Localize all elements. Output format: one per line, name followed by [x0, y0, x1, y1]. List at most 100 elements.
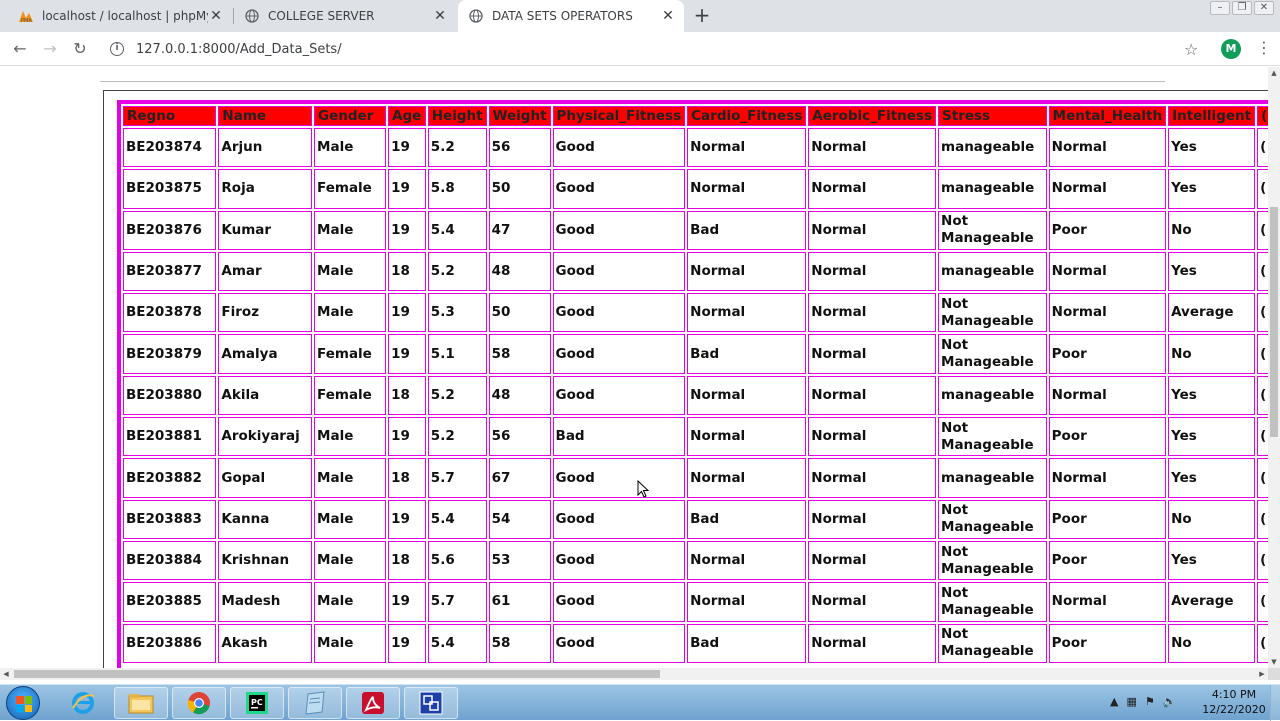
minimize-icon[interactable]: –: [1210, 1, 1230, 15]
header-gender: Gender: [314, 106, 387, 126]
cell-gender: Male: [314, 458, 387, 498]
cell-truncated: (: [1257, 169, 1268, 209]
pycharm-icon[interactable]: PC: [230, 687, 284, 719]
cell-age: 18: [388, 375, 426, 416]
cell-intelligent: Yes: [1168, 251, 1256, 292]
cell-name: Krishnan: [218, 540, 313, 581]
cell-mental-health: Normal: [1048, 293, 1167, 333]
horizontal-scrollbar[interactable]: ◀ ▶: [0, 668, 1268, 680]
cell-age: 19: [388, 582, 426, 622]
avatar[interactable]: M: [1221, 39, 1241, 59]
table-row: BE203876 Kumar Male 19 5.4 47 Good Bad Normal Not…: [123, 210, 1268, 250]
cell-name: Firoz: [218, 293, 313, 333]
table-row: BE203883 Kanna Male 19 5.4 54 Good Bad Normal Not…: [123, 499, 1268, 539]
network-icon[interactable]: ▦: [1126, 695, 1136, 708]
table-row: BE203885 Madesh Male 19 5.7 61 Good Normal Norma…: [123, 582, 1268, 622]
cell-stress: Not Manageable: [938, 417, 1047, 457]
table-row: BE203877 Amar Male 18 5.2 48 Good Normal Normal m…: [123, 251, 1268, 292]
cell-age: 19: [388, 128, 426, 168]
scroll-right-arrow-icon[interactable]: ▶: [1256, 668, 1268, 680]
menu-kebab-icon[interactable]: ⋮: [1256, 38, 1272, 57]
cell-stress: manageable: [938, 169, 1047, 209]
remote-app-icon[interactable]: [404, 687, 458, 719]
cell-truncated: (: [1257, 210, 1268, 250]
cell-height: 5.4: [427, 499, 487, 539]
header-cardio-fitness: Cardio_Fitness: [687, 106, 807, 126]
table-row: BE203881 Arokiyaraj Male 19 5.2 56 Bad Normal No…: [123, 417, 1268, 457]
cell-regno: BE203881: [123, 417, 217, 457]
taskbar-clock[interactable]: 4:10 PM 12/22/2020: [1200, 687, 1268, 717]
chrome-icon[interactable]: [172, 687, 226, 719]
cell-stress: manageable: [938, 251, 1047, 292]
back-arrow-icon[interactable]: ←: [9, 38, 31, 60]
close-icon[interactable]: ✕: [660, 8, 676, 24]
tab-college-server[interactable]: COLLEGE SERVER ✕: [234, 0, 456, 32]
cell-weight: 67: [488, 458, 551, 498]
address-bar[interactable]: i 127.0.0.1:8000/Add_Data_Sets/: [104, 36, 1214, 62]
cell-name: Kumar: [218, 210, 313, 250]
cell-aerobic-fitness: Normal: [808, 582, 937, 622]
cell-intelligent: Yes: [1168, 417, 1256, 457]
divider: [100, 81, 1165, 82]
cell-intelligent: Yes: [1168, 458, 1256, 498]
tray-expand-icon[interactable]: ▲: [1110, 695, 1118, 708]
reload-icon[interactable]: ↻: [69, 38, 91, 60]
notepad-icon[interactable]: [288, 687, 342, 719]
cell-mental-health: Poor: [1048, 623, 1167, 663]
cell-cardio-fitness: Bad: [687, 499, 807, 539]
windows-taskbar: PC ▲ ▦ ⚑ 🔈 4:10 PM 12/22/2020: [0, 684, 1280, 721]
cell-stress: Not Manageable: [938, 210, 1047, 250]
cell-height: 5.7: [427, 458, 487, 498]
cell-aerobic-fitness: Normal: [808, 458, 937, 498]
acrobat-icon[interactable]: [346, 687, 400, 719]
cell-height: 5.3: [427, 293, 487, 333]
vertical-scrollbar[interactable]: ▲ ▼: [1268, 67, 1280, 668]
forward-arrow-icon[interactable]: →: [39, 38, 61, 60]
cell-age: 19: [388, 334, 426, 374]
tab-data-sets-operators[interactable]: DATA SETS OPERATORS ✕: [458, 0, 684, 32]
file-explorer-icon[interactable]: [114, 687, 168, 719]
close-icon[interactable]: ✕: [208, 8, 224, 24]
internet-explorer-icon[interactable]: [56, 687, 110, 719]
star-icon[interactable]: ☆: [1184, 40, 1198, 59]
volume-icon[interactable]: 🔈: [1163, 695, 1177, 708]
restore-icon[interactable]: ❐: [1232, 1, 1252, 15]
cell-truncated: (: [1257, 375, 1268, 416]
cell-gender: Male: [314, 210, 387, 250]
cell-name: Arjun: [218, 128, 313, 168]
globe-icon: [244, 8, 260, 24]
close-window-icon[interactable]: ✕: [1254, 1, 1274, 15]
cell-mental-health: Poor: [1048, 540, 1167, 581]
cell-mental-health: Poor: [1048, 417, 1167, 457]
cell-truncated: (: [1257, 540, 1268, 581]
cell-name: Kanna: [218, 499, 313, 539]
horizontal-scroll-thumb[interactable]: [14, 670, 660, 678]
cell-weight: 58: [488, 334, 551, 374]
scroll-down-arrow-icon[interactable]: ▼: [1268, 656, 1280, 668]
show-desktop-button[interactable]: [1270, 685, 1280, 721]
close-icon[interactable]: ✕: [432, 8, 448, 24]
tab-phpmyadmin[interactable]: PMA localhost / localhost | phpMyAdmin ✕: [8, 0, 232, 32]
table-row: BE203882 Gopal Male 18 5.7 67 Good Normal Normal…: [123, 458, 1268, 498]
scroll-up-arrow-icon[interactable]: ▲: [1268, 67, 1280, 79]
cell-weight: 50: [488, 293, 551, 333]
cell-height: 5.2: [427, 375, 487, 416]
cell-cardio-fitness: Normal: [687, 458, 807, 498]
cell-weight: 56: [488, 417, 551, 457]
browser-toolbar: ← → ↻ i 127.0.0.1:8000/Add_Data_Sets/ ☆ …: [0, 32, 1280, 66]
vertical-scroll-thumb[interactable]: [1270, 207, 1278, 437]
cell-regno: BE203876: [123, 210, 217, 250]
action-center-icon[interactable]: ⚑: [1145, 695, 1155, 708]
start-button[interactable]: [6, 686, 40, 720]
header-height: Height: [427, 106, 487, 126]
cell-intelligent: No: [1168, 499, 1256, 539]
scroll-left-arrow-icon[interactable]: ◀: [0, 668, 12, 680]
new-tab-button[interactable]: +: [692, 5, 712, 26]
cell-height: 5.2: [427, 251, 487, 292]
cell-stress: Not Manageable: [938, 499, 1047, 539]
header-truncated: (: [1257, 106, 1268, 126]
cell-gender: Female: [314, 375, 387, 416]
info-icon[interactable]: i: [110, 42, 124, 56]
cell-stress: Not Manageable: [938, 540, 1047, 581]
cell-weight: 47: [488, 210, 551, 250]
